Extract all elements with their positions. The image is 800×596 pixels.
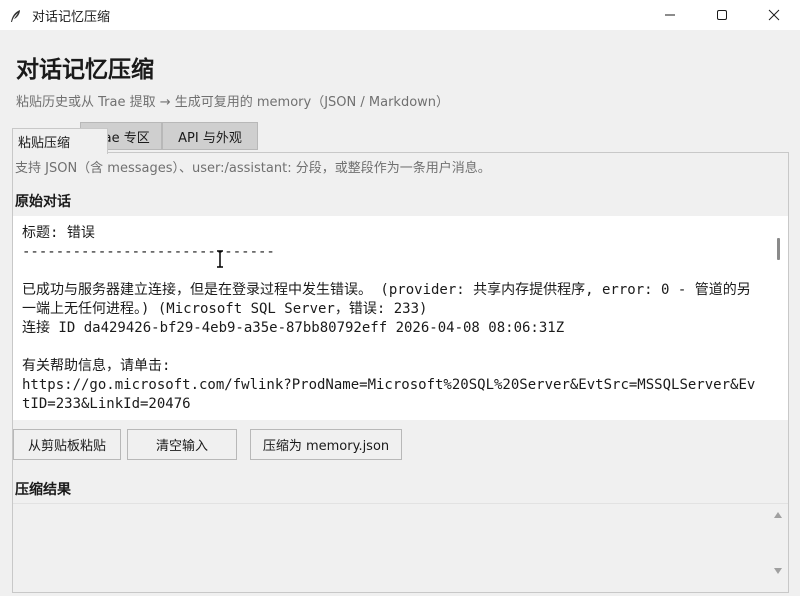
scroll-up-arrow-icon[interactable] [774, 512, 782, 518]
input-scrollbar[interactable] [777, 238, 780, 260]
scroll-down-arrow-icon[interactable] [774, 568, 782, 574]
app-window: 对话记忆压缩 对话记忆压缩 粘贴历史或从 Trae 提取 → 生成可复用的 me… [0, 0, 800, 596]
page-title: 对话记忆压缩 [16, 57, 154, 83]
title-bar: 对话记忆压缩 [0, 0, 800, 30]
text-cursor-icon [217, 250, 223, 268]
page-subtitle: 粘贴历史或从 Trae 提取 → 生成可复用的 memory（JSON / Ma… [16, 95, 450, 110]
close-button[interactable] [748, 0, 800, 30]
maximize-icon [717, 10, 727, 20]
tab-api-appearance[interactable]: API 与外观 [162, 122, 258, 150]
compression-result-textarea[interactable] [13, 503, 788, 592]
maximize-button[interactable] [696, 0, 748, 30]
output-section-label: 压缩结果 [15, 482, 71, 498]
close-icon [768, 9, 780, 21]
tab-panel: 支持 JSON（含 messages）、user:/assistant: 分段，… [12, 152, 789, 593]
minimize-icon [665, 14, 675, 16]
minimize-button[interactable] [644, 0, 696, 30]
paste-from-clipboard-button[interactable]: 从剪贴板粘贴 [13, 429, 121, 460]
window-title: 对话记忆压缩 [32, 9, 111, 25]
raw-dialogue-text: 标题: 错误 ------------------------------ 已成… [22, 225, 756, 412]
window-controls [644, 0, 800, 30]
feather-icon [9, 8, 23, 22]
input-format-hint: 支持 JSON（含 messages）、user:/assistant: 分段，… [15, 161, 491, 176]
compress-button[interactable]: 压缩为 memory.json [250, 429, 402, 460]
tab-paste-compress[interactable]: 粘贴压缩 [12, 128, 108, 154]
input-section-label: 原始对话 [15, 194, 71, 210]
raw-dialogue-textarea[interactable]: 标题: 错误 ------------------------------ 已成… [13, 216, 788, 420]
clear-input-button[interactable]: 清空输入 [127, 429, 237, 460]
